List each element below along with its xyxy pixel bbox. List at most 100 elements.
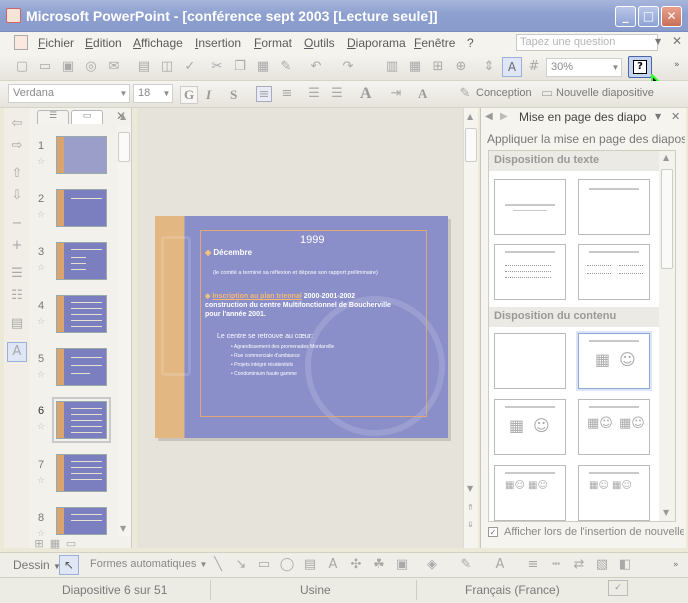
menu-diaporama[interactable]: Diaporama: [347, 36, 406, 50]
new-icon[interactable]: ▢: [14, 59, 30, 75]
email-icon[interactable]: ✉: [106, 59, 122, 75]
scroll-thumb[interactable]: [661, 169, 673, 269]
drawing-options-icon[interactable]: »: [673, 560, 679, 570]
layout-title[interactable]: [494, 179, 566, 235]
slide-thumbnail-selected[interactable]: [52, 397, 111, 443]
slide-thumbnail[interactable]: [56, 242, 107, 280]
table-icon[interactable]: ▦: [407, 59, 423, 75]
task-pane-close-icon[interactable]: ✕: [671, 110, 680, 123]
show-formatting-icon[interactable]: A: [7, 342, 27, 362]
document-icon[interactable]: [14, 35, 28, 50]
clipart-icon[interactable]: ☘: [371, 557, 387, 573]
new-slide-button[interactable]: Nouvelle diapositive: [556, 87, 654, 99]
font-color-button[interactable]: A: [418, 86, 427, 102]
zoom-select[interactable]: 30% ▼: [546, 58, 622, 77]
wordart-icon[interactable]: A: [325, 557, 341, 573]
align-center-icon[interactable]: ≡: [279, 86, 295, 102]
new-slide-icon[interactable]: ▭: [539, 86, 555, 102]
undo-icon[interactable]: ↶: [308, 59, 324, 75]
toolbar-options-icon[interactable]: »: [674, 60, 680, 70]
move-up-icon[interactable]: ⇧: [9, 166, 25, 182]
layout-title-text[interactable]: [494, 244, 566, 300]
size-select[interactable]: 18 ▼: [133, 84, 173, 103]
previous-slide-icon[interactable]: ⇑: [467, 503, 474, 512]
scroll-up-icon[interactable]: ▲: [467, 112, 473, 121]
shadow-style-icon[interactable]: ▧: [594, 557, 610, 573]
help-dropdown-icon[interactable]: ▼: [655, 37, 661, 46]
scroll-up-icon[interactable]: ▲: [663, 153, 669, 162]
fill-color-icon[interactable]: ◈: [424, 557, 440, 573]
design-icon[interactable]: ✎: [457, 86, 473, 102]
open-icon[interactable]: ▭: [37, 59, 53, 75]
forward-icon[interactable]: ▶: [500, 111, 508, 122]
next-slide-icon[interactable]: ⇓: [467, 520, 474, 529]
layout-content-selected[interactable]: ▦ ☺: [578, 333, 650, 389]
expand-icon[interactable]: +: [9, 238, 25, 254]
menu-aide[interactable]: ?: [467, 36, 474, 50]
scroll-down-icon[interactable]: ▼: [467, 484, 473, 493]
bold-button[interactable]: G: [180, 86, 198, 104]
permission-icon[interactable]: ◎: [83, 59, 99, 75]
shadow-button[interactable]: S: [230, 87, 237, 103]
normal-view-icon[interactable]: ⊞: [32, 536, 46, 550]
preview-icon[interactable]: ◫: [159, 59, 175, 75]
drawing-menu[interactable]: Dessin ▼: [13, 558, 61, 572]
menu-affichage[interactable]: Affichage: [133, 36, 183, 50]
slide-scrollbar[interactable]: ▲ ▼ ⇑ ⇓: [463, 108, 478, 548]
scroll-up-icon[interactable]: ▲: [120, 112, 126, 121]
collapse-icon[interactable]: −: [9, 216, 25, 232]
layout-title-only[interactable]: [578, 179, 650, 235]
slide-thumbnail[interactable]: [56, 454, 107, 492]
hyperlink-icon[interactable]: ⊕: [453, 59, 469, 75]
dash-style-icon[interactable]: ┅: [548, 557, 564, 573]
oval-icon[interactable]: ◯: [279, 557, 295, 573]
expand-all-icon[interactable]: ☷: [9, 288, 25, 304]
grow-font-button[interactable]: A: [360, 85, 372, 103]
autoshapes-menu[interactable]: Formes automatiques ▼: [90, 558, 207, 570]
thumbnail-scrollbar[interactable]: ▲ ▼: [117, 112, 131, 536]
line-color-icon[interactable]: ✎: [458, 557, 474, 573]
show-on-insert-checkbox[interactable]: ✓: [488, 527, 498, 537]
back-icon[interactable]: ◀: [485, 111, 493, 122]
menu-edition[interactable]: Edition: [85, 36, 122, 50]
layout-two-columns[interactable]: [578, 244, 650, 300]
3d-style-icon[interactable]: ◧: [617, 557, 633, 573]
font-color-icon[interactable]: A: [492, 557, 508, 573]
menu-format[interactable]: Format: [254, 36, 292, 50]
collapse-all-icon[interactable]: ☰: [9, 266, 25, 282]
align-left-icon[interactable]: ≡: [256, 86, 272, 102]
menu-outils[interactable]: Outils: [304, 36, 335, 50]
slide-thumbnail[interactable]: [56, 189, 107, 227]
task-pane-title[interactable]: Mise en page des diapos: [519, 110, 647, 124]
layout-two-content[interactable]: ▦☺ ▦☺: [578, 399, 650, 455]
help-search-input[interactable]: Tapez une question: [516, 34, 658, 51]
slide-thumbnail[interactable]: [56, 295, 107, 333]
promote-icon[interactable]: ⇦: [9, 116, 25, 132]
tab-slides[interactable]: ▭: [71, 110, 103, 124]
print-icon[interactable]: ▤: [136, 59, 152, 75]
slide-thumbnail[interactable]: [56, 507, 107, 535]
menu-fichier[interactable]: Fichier: [38, 36, 74, 50]
italic-button[interactable]: I: [206, 87, 211, 103]
arrow-icon[interactable]: ↘: [233, 557, 249, 573]
design-button[interactable]: Conception: [476, 87, 532, 99]
bullets-icon[interactable]: ☰: [306, 86, 322, 102]
powerpoint-app-icon[interactable]: [6, 8, 21, 23]
chart-icon[interactable]: ▥: [384, 59, 400, 75]
close-button[interactable]: ✕: [661, 6, 682, 27]
maximize-button[interactable]: □: [638, 6, 659, 27]
minimize-button[interactable]: _: [615, 6, 636, 27]
font-select[interactable]: Verdana ▼: [8, 84, 130, 103]
help-icon[interactable]: ?: [628, 56, 652, 78]
line-style-icon[interactable]: ≡: [525, 557, 541, 573]
textbox-icon[interactable]: ▤: [302, 557, 318, 573]
scroll-thumb[interactable]: [465, 128, 477, 162]
spelling-status-icon[interactable]: ✓: [608, 580, 628, 596]
tab-outline[interactable]: ☰: [37, 110, 69, 124]
spelling-icon[interactable]: ✓: [182, 59, 198, 75]
arrow-style-icon[interactable]: ⇄: [571, 557, 587, 573]
tables-borders-icon[interactable]: ⊞: [430, 59, 446, 75]
slideshow-view-icon[interactable]: ▭: [64, 536, 78, 550]
layout-title-content[interactable]: ▦ ☺: [494, 399, 566, 455]
copy-icon[interactable]: ❐: [232, 59, 248, 75]
